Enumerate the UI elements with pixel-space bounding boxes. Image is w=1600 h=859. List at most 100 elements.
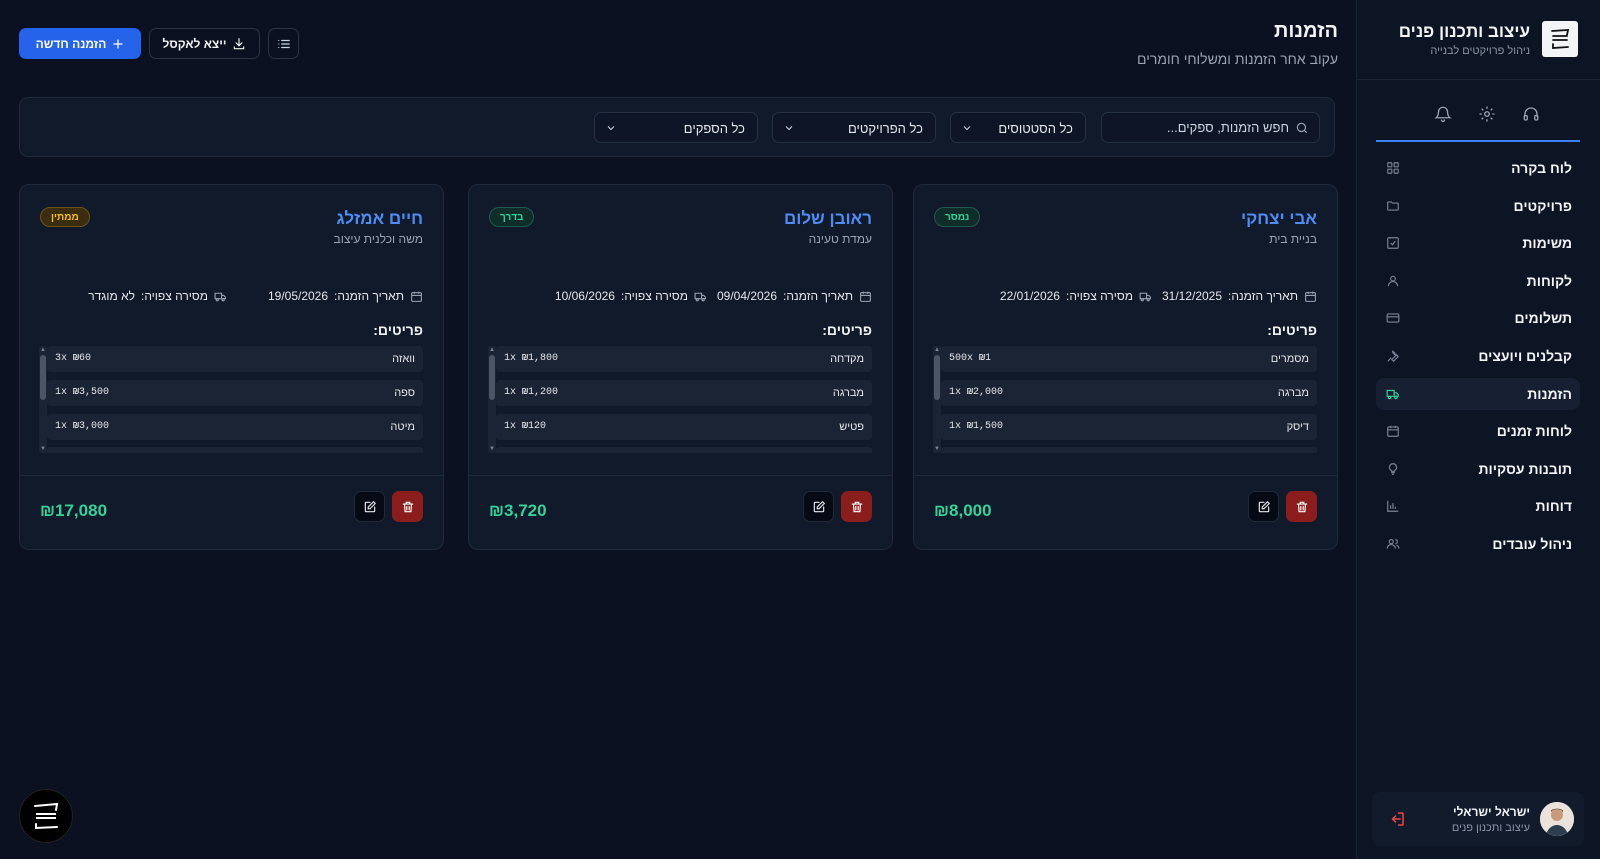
sidebar-item-insights[interactable]: תובנות עסקיות (1376, 453, 1580, 485)
list-view-button[interactable] (268, 28, 299, 59)
expected-delivery: מסירה צפויה: 10/06/2026 (555, 289, 707, 303)
avatar-portrait-icon (1540, 802, 1574, 836)
supplier-filter-value: כל הספקים (683, 121, 745, 136)
supplier-name[interactable]: אבי יצחקי (1241, 209, 1317, 229)
order-date-label: תאריך הזמנה: (1228, 289, 1298, 303)
items-heading: פריטים: (373, 322, 423, 338)
items-scrollbar[interactable]: ▲ ▼ (39, 346, 47, 453)
item-price: ₪1 (979, 353, 992, 364)
items-list[interactable]: מקדחה 1x ₪1,800 מברגה 1x ₪1,200 פטיש 1x … (488, 346, 872, 457)
search-box[interactable] (1101, 112, 1320, 143)
sidebar-item-schedules[interactable]: לוחות זמנים (1376, 415, 1580, 447)
sidebar-item-orders[interactable]: הזמנות (1376, 377, 1580, 410)
items-list[interactable]: וואזה 3x ₪60 ספה 1x ₪3,500 מיטה 1x ₪3,00… (39, 346, 423, 457)
sidebar-item-label: תובנות עסקיות (1478, 460, 1572, 477)
supplier-name[interactable]: חיים אמזלג (337, 209, 423, 229)
status-filter-select[interactable]: כל הסטטוסים (950, 112, 1086, 143)
delivery-value: לא מוגדר (88, 289, 135, 303)
item-name: מיטה (390, 421, 415, 433)
scroll-up-arrow-icon[interactable]: ▲ (489, 347, 495, 353)
item-qty: 1x (504, 421, 517, 432)
order-card: ראובן שלום עמדת טעינה בדרך תאריך הזמנה: … (468, 184, 893, 550)
headset-icon[interactable] (1522, 105, 1540, 123)
edit-order-button[interactable] (803, 491, 834, 522)
user-profile[interactable]: ישראל ישראלי עיצוב ותכנון פנים (1372, 792, 1584, 846)
item-qty-price: 1x ₪3,000 (55, 421, 109, 432)
supplier-filter-select[interactable]: כל הספקים (594, 112, 758, 143)
item-name: דיסק (1286, 421, 1309, 433)
scroll-thumb[interactable] (934, 355, 940, 400)
sidebar-item-projects[interactable]: פרויקטים (1376, 190, 1580, 222)
items-scrollbar[interactable]: ▲ ▼ (488, 346, 496, 453)
chevron-down-icon (785, 126, 793, 131)
item-name: פטיש (839, 421, 864, 433)
scroll-up-arrow-icon[interactable]: ▲ (40, 347, 46, 353)
item-name: מסמרים (1270, 353, 1309, 365)
sidebar-item-reports[interactable]: דוחות (1376, 490, 1580, 522)
project-frame-logo-icon (34, 802, 59, 830)
scroll-down-arrow-icon[interactable]: ▼ (40, 446, 46, 452)
item-price: ₪120 (522, 421, 547, 432)
sidebar-item-dashboard[interactable]: לוח בקרה (1376, 152, 1580, 184)
sidebar-item-tasks[interactable]: משימות (1376, 227, 1580, 259)
order-total: ₪17,080 (40, 501, 108, 520)
folder-icon (1387, 200, 1399, 211)
sidebar-item-employees[interactable]: ניהול עובדים (1376, 528, 1580, 560)
project-name: עמדת טעינה (808, 232, 872, 246)
calendar-icon (1387, 425, 1399, 437)
page-title: הזמנות (1274, 20, 1338, 42)
sidebar-item-payments[interactable]: תשלומים (1376, 302, 1580, 334)
sidebar-item-contractors[interactable]: קבלנים ויועצים (1376, 340, 1580, 372)
edit-order-button[interactable] (1248, 491, 1279, 522)
list-item: מסמרים 500x ₪1 (941, 346, 1317, 372)
delete-order-button[interactable] (1286, 491, 1317, 522)
sidebar-quick-icons (1434, 105, 1540, 123)
scroll-down-arrow-icon[interactable]: ▼ (934, 446, 940, 452)
delete-order-button[interactable] (841, 491, 872, 522)
item-qty: 1x (949, 387, 962, 398)
order-date-label: תאריך הזמנה: (783, 289, 853, 303)
item-qty: 500x (949, 353, 974, 364)
lightbulb-icon (1388, 462, 1398, 475)
item-name: ספה (394, 387, 415, 399)
sidebar-item-clients[interactable]: לקוחות (1376, 265, 1580, 297)
items-scrollbar[interactable]: ▲ ▼ (933, 346, 941, 453)
export-excel-button[interactable]: ייצא לאקסל (149, 28, 260, 59)
item-price: ₪3,500 (73, 387, 110, 398)
search-input[interactable] (1109, 113, 1289, 142)
edit-icon (1258, 500, 1270, 512)
order-meta: תאריך הזמנה: 19/05/2026 מסירה צפויה: לא … (40, 289, 423, 305)
scroll-thumb[interactable] (40, 355, 46, 400)
item-price: ₪60 (73, 353, 92, 364)
scroll-up-arrow-icon[interactable]: ▲ (934, 347, 940, 353)
new-order-label: הזמנה חדשה (35, 36, 107, 51)
scroll-thumb[interactable] (489, 355, 495, 400)
card-divider (469, 475, 892, 476)
truck-icon (1139, 292, 1151, 301)
new-order-button[interactable]: הזמנה חדשה (19, 28, 141, 59)
supplier-name[interactable]: ראובן שלום (784, 209, 872, 229)
project-filter-select[interactable]: כל הפרויקטים (772, 112, 936, 143)
edit-order-button[interactable] (354, 491, 385, 522)
delete-order-button[interactable] (392, 491, 423, 522)
order-total: ₪3,720 (489, 501, 547, 520)
bell-icon[interactable] (1434, 105, 1452, 123)
brand-logo[interactable] (1542, 21, 1578, 57)
logout-icon[interactable] (1388, 810, 1406, 828)
item-qty-price: 1x ₪3,500 (55, 387, 109, 398)
trash-icon (402, 501, 413, 512)
export-label: ייצא לאקסל (162, 36, 227, 51)
scroll-down-arrow-icon[interactable]: ▼ (489, 446, 495, 452)
order-date: תאריך הזמנה: 31/12/2025 (1162, 289, 1317, 303)
floating-logo-button[interactable] (19, 789, 73, 843)
list-item-partial (47, 447, 423, 453)
list-item-partial (941, 447, 1317, 453)
gear-icon[interactable] (1478, 105, 1496, 123)
bar-chart-icon (1387, 501, 1399, 513)
brand-header: עיצוב ותכנון פנים ניהול פרויקטים לבנייה (1356, 0, 1600, 80)
sidebar-item-label: דוחות (1535, 498, 1572, 515)
delivery-value: 10/06/2026 (554, 289, 615, 303)
items-list[interactable]: מסמרים 500x ₪1 מברגה 1x ₪2,000 דיסק 1x ₪… (933, 346, 1317, 457)
avatar[interactable] (1540, 802, 1574, 836)
plus-icon (113, 38, 123, 49)
